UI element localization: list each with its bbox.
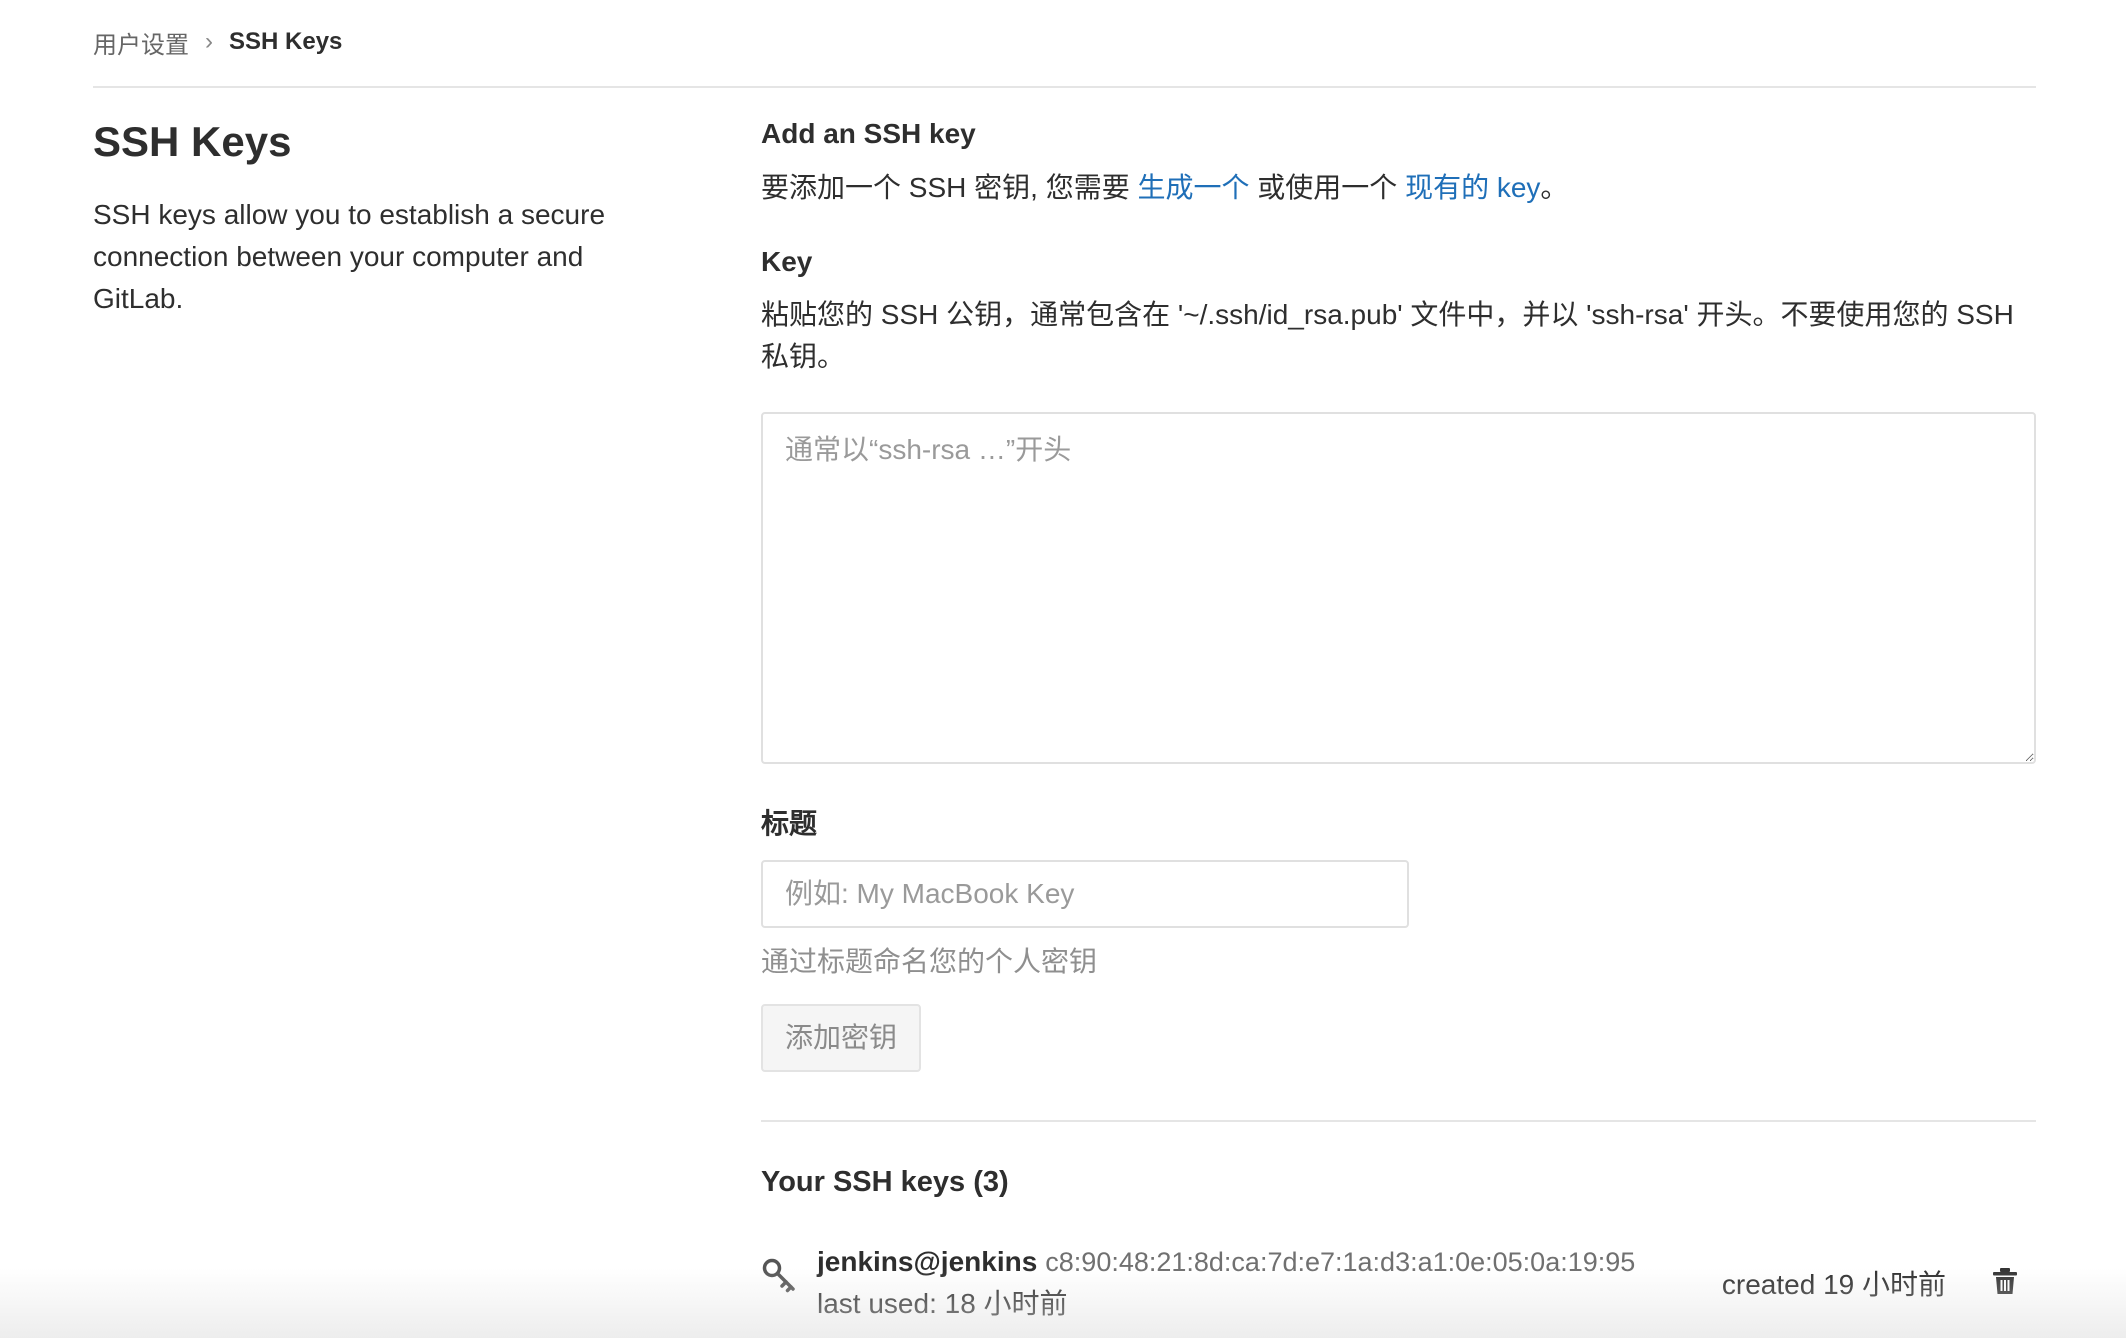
form-intro: 要添加一个 SSH 密钥, 您需要 生成一个 或使用一个 现有的 key。 bbox=[761, 168, 2036, 208]
generate-key-link[interactable]: 生成一个 bbox=[1137, 172, 1249, 203]
existing-key-link[interactable]: 现有的 key bbox=[1405, 172, 1540, 203]
key-info: jenkins@jenkins c8:90:48:21:8d:ca:7d:e7:1… bbox=[817, 1241, 1635, 1325]
divider bbox=[761, 1120, 2036, 1122]
key-title[interactable]: jenkins@jenkins bbox=[817, 1246, 1037, 1277]
chevron-right-icon: › bbox=[205, 28, 213, 55]
ssh-key-form: Add an SSH key 要添加一个 SSH 密钥, 您需要 生成一个 或使… bbox=[761, 118, 2036, 1321]
key-label: Key bbox=[761, 246, 813, 277]
settings-sidebar: SSH Keys SSH keys allow you to establish… bbox=[93, 118, 653, 320]
key-help-text: 粘贴您的 SSH 公钥，通常包含在 '~/.ssh/id_rsa.pub' 文件… bbox=[761, 299, 2014, 372]
page-title: SSH Keys bbox=[93, 118, 292, 165]
key-icon bbox=[762, 1258, 795, 1293]
title-help-text: 通过标题命名您的个人密钥 bbox=[761, 946, 1098, 977]
page: 用户设置 › SSH Keys SSH Keys SSH keys allow … bbox=[93, 0, 2036, 1338]
key-created: created 19 小时前 bbox=[1721, 1269, 1946, 1300]
breadcrumb: 用户设置 › SSH Keys bbox=[93, 22, 342, 62]
ssh-keys-heading: Your SSH keys (3) bbox=[761, 1166, 1009, 1198]
key-last-used: last used: 18 小时前 bbox=[817, 1288, 1068, 1319]
page-description: SSH keys allow you to establish a secure… bbox=[93, 199, 606, 314]
intro-text-suffix: 。 bbox=[1540, 172, 1569, 203]
key-textarea[interactable] bbox=[761, 412, 2036, 764]
intro-text-middle: 或使用一个 bbox=[1249, 172, 1406, 203]
intro-text: 要添加一个 SSH 密钥, 您需要 bbox=[761, 172, 1138, 203]
title-input[interactable] bbox=[761, 860, 1409, 928]
breadcrumb-link-user-settings[interactable]: 用户设置 bbox=[93, 25, 189, 60]
breadcrumb-current: SSH Keys bbox=[229, 28, 343, 55]
ssh-key-list-item[interactable]: jenkins@jenkins c8:90:48:21:8d:ca:7d:e7:1… bbox=[761, 1241, 2036, 1321]
divider bbox=[93, 86, 2036, 88]
add-key-button[interactable]: 添加密钥 bbox=[761, 1004, 922, 1072]
title-label: 标题 bbox=[761, 808, 818, 839]
key-fingerprint: c8:90:48:21:8d:ca:7d:e7:1a:d3:a1:0e:05:0… bbox=[1045, 1247, 1636, 1277]
trash-icon[interactable] bbox=[1992, 1267, 2018, 1295]
form-heading: Add an SSH key bbox=[761, 118, 976, 149]
